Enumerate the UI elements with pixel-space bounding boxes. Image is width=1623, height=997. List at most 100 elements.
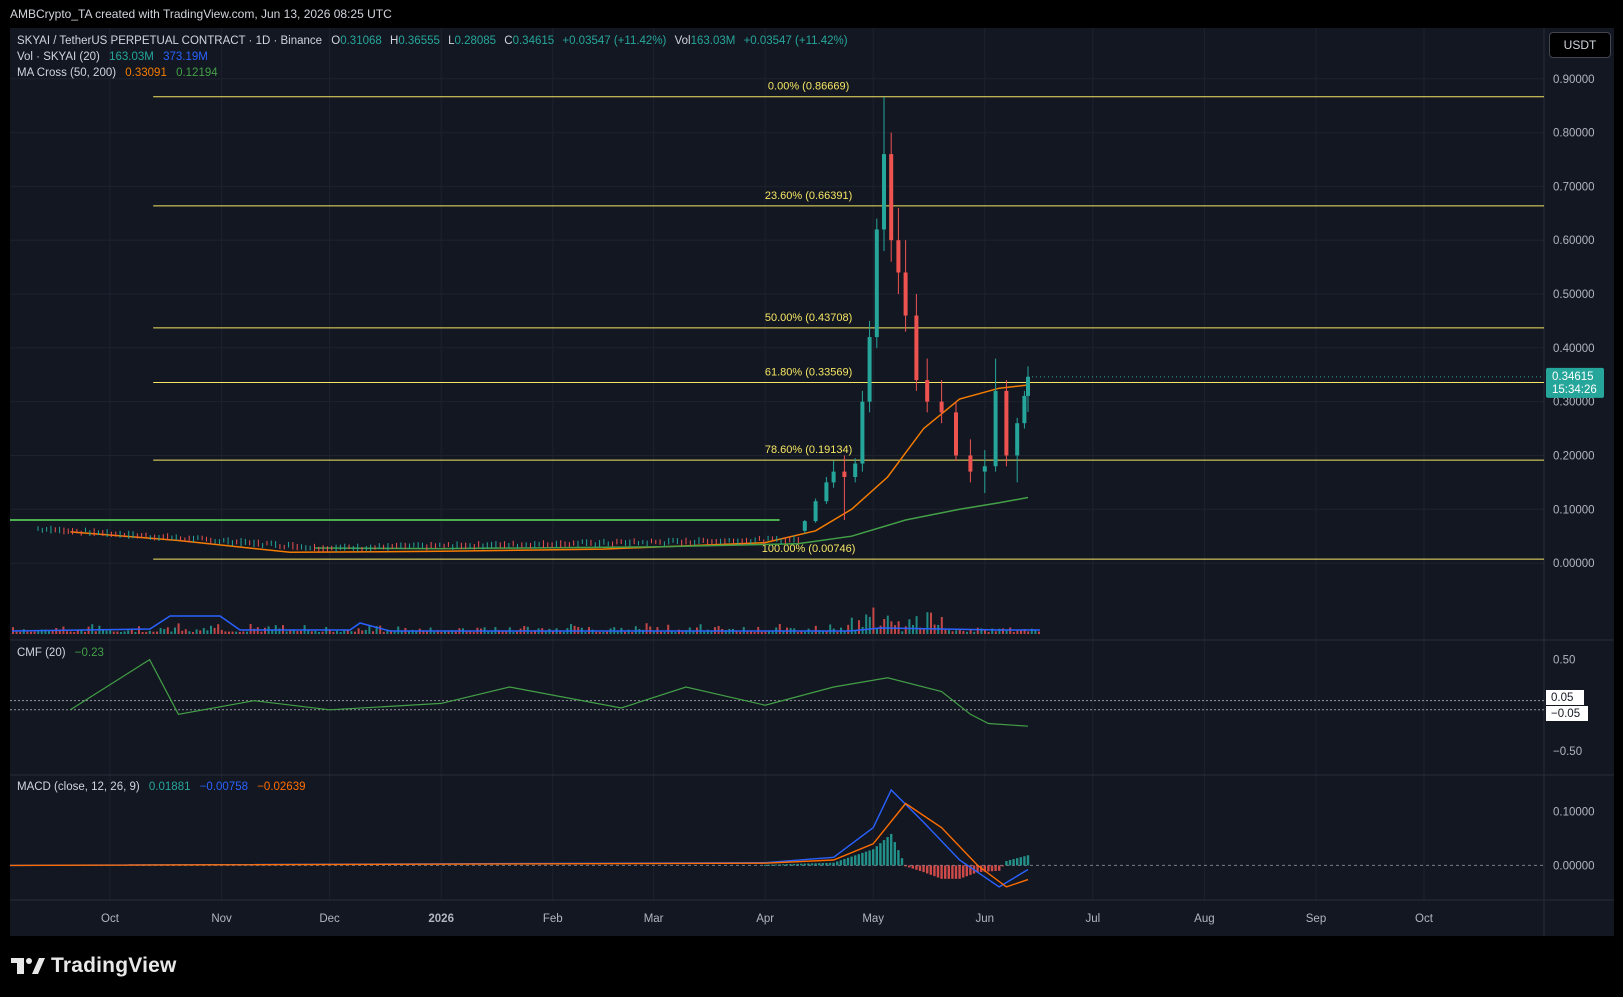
tradingview-wordmark: TradingView bbox=[51, 954, 177, 977]
volume-bar bbox=[1034, 630, 1037, 634]
volume-bar bbox=[210, 625, 212, 634]
volume-bar bbox=[368, 625, 371, 634]
candle-body bbox=[867, 337, 872, 402]
candle-body bbox=[813, 501, 818, 522]
vol-change: +0.03547 (+11.42%) bbox=[744, 35, 848, 47]
x-tick-label: Aug bbox=[1194, 913, 1214, 925]
volume-bar bbox=[206, 630, 209, 634]
y-tick-label: 0.60000 bbox=[1553, 235, 1595, 247]
macd-histogram-bar bbox=[818, 863, 821, 866]
volume-bar bbox=[602, 631, 605, 634]
volume-bar bbox=[764, 631, 767, 634]
volume-bar bbox=[699, 624, 702, 634]
x-tick-label: Sep bbox=[1306, 913, 1326, 925]
macd-histogram-bar bbox=[987, 865, 990, 872]
macd-histogram-bar bbox=[897, 850, 900, 866]
volume-bar bbox=[962, 630, 965, 634]
candle-body bbox=[842, 471, 847, 477]
chart-stage[interactable]: 0.00% (0.86669) 23.60% (0.66391) 50.00% (0… bbox=[0, 0, 1623, 997]
macd-histogram-bar bbox=[782, 864, 785, 866]
fib-level-label: 61.80% (0.33569) bbox=[765, 366, 852, 378]
candle-body bbox=[824, 482, 829, 502]
legend-main[interactable]: SKYAI / TetherUS PERPETUAL CONTRACT · 1D… bbox=[17, 35, 848, 47]
macd-histogram-bar bbox=[958, 865, 961, 879]
volume-bar bbox=[1027, 631, 1030, 634]
candle-body bbox=[903, 272, 908, 316]
volume-bar bbox=[350, 631, 353, 634]
macd-histogram-bar bbox=[864, 851, 868, 866]
volume-bar bbox=[73, 631, 76, 634]
volume-bar bbox=[512, 631, 515, 634]
macd-name: MACD (close, 12, 26, 9) bbox=[17, 781, 140, 793]
volume-bar bbox=[901, 631, 904, 634]
macd-histogram-bar bbox=[936, 865, 940, 878]
volume-bar bbox=[69, 631, 72, 634]
macd-line-value: −0.00758 bbox=[200, 781, 248, 793]
macd-histogram-bar bbox=[940, 865, 943, 879]
fib-level-label: 78.60% (0.19134) bbox=[765, 444, 852, 456]
legend-macd[interactable]: MACD (close, 12, 26, 9) 0.01881 −0.00758… bbox=[17, 781, 306, 793]
legend-volume[interactable]: Vol · SKYAI (20) 163.03M 373.19M bbox=[17, 51, 208, 63]
macd-histogram-bar bbox=[836, 861, 839, 866]
volume-bar bbox=[847, 624, 850, 634]
volume-bar bbox=[192, 631, 194, 634]
macd-histogram-bar bbox=[947, 865, 950, 879]
candle-body bbox=[831, 471, 836, 483]
x-tick-label: Apr bbox=[756, 913, 774, 925]
macd-histogram-bar bbox=[994, 865, 997, 872]
legend-cmf[interactable]: CMF (20) −0.23 bbox=[17, 647, 104, 659]
volume-bar bbox=[84, 631, 86, 634]
volume-bar bbox=[123, 631, 126, 634]
volume-bar bbox=[361, 630, 364, 634]
volume-bar bbox=[760, 631, 763, 634]
candle-body bbox=[993, 390, 998, 467]
open-label: O bbox=[331, 35, 340, 47]
fib-level-label: 0.00% (0.86669) bbox=[768, 81, 849, 93]
volume-bar bbox=[264, 627, 266, 634]
volume-bar bbox=[195, 629, 198, 634]
volume-bar bbox=[199, 630, 202, 634]
volume-bar bbox=[753, 631, 756, 634]
y-tick-label: 0.40000 bbox=[1553, 343, 1595, 355]
volume-bar bbox=[238, 631, 241, 634]
legend-ma-cross[interactable]: MA Cross (50, 200) 0.33091 0.12194 bbox=[17, 67, 218, 79]
volume-bar bbox=[354, 631, 356, 634]
macd-histogram-bar bbox=[872, 849, 875, 866]
volume-bar bbox=[973, 631, 976, 634]
x-tick-label: Oct bbox=[1415, 913, 1434, 925]
x-tick-label: Feb bbox=[543, 913, 563, 925]
volume-bar bbox=[472, 631, 475, 634]
cmf-value: −0.23 bbox=[75, 647, 104, 659]
macd-histogram-bar bbox=[944, 865, 947, 879]
currency-button[interactable]: USDT bbox=[1549, 32, 1611, 58]
volume-bar bbox=[433, 631, 436, 634]
macd-histogram-bar bbox=[857, 854, 860, 866]
candle-body bbox=[882, 154, 886, 230]
macd-histogram-bar bbox=[846, 857, 850, 866]
volume-bar bbox=[886, 615, 889, 634]
macd-histogram-bar bbox=[785, 864, 788, 866]
macd-histogram-bar bbox=[908, 865, 911, 868]
volume-bar bbox=[955, 630, 958, 634]
volume-bar bbox=[242, 631, 245, 634]
volume-bar bbox=[490, 631, 493, 634]
macd-histogram-bar bbox=[814, 863, 817, 866]
chart-background bbox=[10, 28, 1614, 936]
volume-bar bbox=[667, 624, 670, 634]
vol-indicator-name: Vol · SKYAI (20) bbox=[17, 51, 100, 63]
volume-bar bbox=[1009, 627, 1012, 634]
volume-bar bbox=[951, 631, 954, 634]
low-value: 0.28085 bbox=[455, 35, 497, 47]
macd-histogram-bar bbox=[900, 858, 904, 866]
volume-bar bbox=[631, 631, 634, 634]
volume-bar bbox=[829, 624, 832, 634]
volume-bar bbox=[48, 630, 50, 634]
volume-bar bbox=[926, 612, 929, 634]
volume-bar bbox=[966, 631, 968, 634]
volume-bar bbox=[717, 625, 720, 634]
volume-bar bbox=[606, 631, 608, 634]
macd-histogram-bar bbox=[929, 865, 932, 875]
macd-histogram-bar bbox=[854, 855, 857, 866]
volume-bar bbox=[440, 631, 443, 634]
volume-bar bbox=[681, 631, 684, 634]
